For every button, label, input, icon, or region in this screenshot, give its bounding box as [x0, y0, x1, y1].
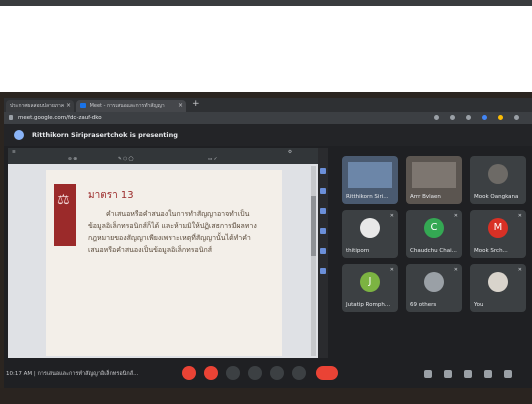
tool-icon[interactable]	[320, 188, 326, 194]
video-feed	[348, 162, 392, 188]
participant-tile[interactable]: ✕ You	[470, 264, 526, 312]
participant-tile[interactable]: ✕ 69 others	[406, 264, 462, 312]
star-icon[interactable]	[466, 115, 471, 120]
tab-label: Meet - การเสนอและการทำสัญญา	[89, 103, 165, 109]
settings-icon[interactable]: ⚙	[288, 150, 292, 155]
participant-name: 69 others	[410, 302, 437, 308]
extension-icon[interactable]	[482, 115, 487, 120]
slide-scrollbar[interactable]	[311, 166, 316, 356]
mic-off-icon: ✕	[453, 267, 458, 273]
tool-icon[interactable]	[320, 228, 326, 234]
presenter-text: Ritthikorn Siriprasertchok is presenting	[32, 131, 178, 139]
activities-icon[interactable]	[484, 370, 492, 378]
slide-body: คำเสนอหรือคำสนองในการทำสัญญาอาจทำเป็นข้อ…	[88, 210, 257, 254]
top-frame-strip	[0, 0, 532, 6]
participant-tile[interactable]: ✕ M Mook Srch...	[470, 210, 526, 258]
info-icon[interactable]	[424, 370, 432, 378]
zoom-controls[interactable]: ⊖ ⊕	[68, 157, 77, 162]
url-text[interactable]: meet.google.com/fdc-zauf-dko	[18, 112, 102, 124]
end-call-button[interactable]	[316, 366, 338, 380]
avatar: J	[360, 272, 380, 292]
close-icon[interactable]: ×	[178, 100, 183, 112]
mic-off-icon: ✕	[389, 267, 394, 273]
desk-surface	[0, 388, 532, 404]
participant-tile[interactable]: ✕ thitiporn	[342, 210, 398, 258]
camera-icon[interactable]	[434, 115, 439, 120]
present-button[interactable]	[270, 366, 284, 380]
participant-name: thitiporn	[346, 248, 370, 254]
avatar: M	[488, 218, 508, 238]
scrollbar-thumb[interactable]	[311, 196, 316, 256]
meeting-info: 10:17 AM | การเสนอและการทำสัญญาอิเล็กทรอ…	[6, 371, 139, 377]
participant-name: Mook Srch...	[474, 248, 508, 254]
avatar	[488, 164, 508, 184]
participant-tile[interactable]: Mook Oangkana	[470, 156, 526, 204]
participant-name: Mook Oangkana	[474, 194, 519, 200]
tool-icon[interactable]	[320, 268, 326, 274]
avatar	[360, 218, 380, 238]
browser-tab-bar: ประกาศผลสอบปลายภาค × Meet - การเสนอและกา…	[4, 98, 532, 112]
draw-tools[interactable]: ✎ ⬡ ◯	[118, 157, 134, 162]
participant-tile[interactable]: Arrr Bvlaen	[406, 156, 462, 204]
participant-name: Arrr Bvlaen	[410, 194, 441, 200]
avatar: C	[424, 218, 444, 238]
avatar	[488, 272, 508, 292]
mic-off-icon: ✕	[389, 213, 394, 219]
puzzle-icon[interactable]	[514, 115, 519, 120]
side-tool-column	[318, 148, 328, 358]
new-tab-button[interactable]: +	[192, 99, 200, 109]
chat-icon[interactable]	[464, 370, 472, 378]
slide-accent-bar: ⚖	[54, 184, 76, 246]
raise-hand-button[interactable]	[248, 366, 262, 380]
presenting-banner: Ritthikorn Siriprasertchok is presenting	[4, 124, 532, 146]
video-feed	[412, 162, 456, 188]
tool-icon[interactable]	[320, 208, 326, 214]
avatar-group	[424, 272, 444, 292]
tab-meet[interactable]: Meet - การเสนอและการทำสัญญา ×	[76, 100, 186, 112]
more-options-button[interactable]	[292, 366, 306, 380]
menu-icon[interactable]: ≡	[12, 150, 16, 155]
presentation-window: ≡ ⊖ ⊕ ✎ ⬡ ◯ ▭ ✓ ⚙ ⚖ มาตรา 13 คำเสนอหรือค…	[8, 148, 318, 358]
participant-name: Chaudchu Chai...	[410, 248, 457, 254]
participant-name: Jutatip Romph...	[346, 302, 391, 308]
lock-icon	[9, 115, 13, 120]
mic-button[interactable]	[182, 366, 196, 380]
close-icon[interactable]: ×	[66, 100, 71, 112]
mic-off-icon: ✕	[517, 267, 522, 273]
mic-off-icon: ✕	[453, 213, 458, 219]
mic-off-icon: ✕	[517, 213, 522, 219]
tab-grades[interactable]: ประกาศผลสอบปลายภาค ×	[6, 100, 74, 112]
captions-button[interactable]	[226, 366, 240, 380]
slide-page: ⚖ มาตรา 13 คำเสนอหรือคำสนองในการทำสัญญาอ…	[46, 170, 282, 356]
tab-label: ประกาศผลสอบปลายภาค	[10, 103, 65, 109]
share-icon[interactable]	[450, 115, 455, 120]
participant-tile[interactable]: Ritthikorn Siri...	[342, 156, 398, 204]
meet-icon	[80, 103, 86, 108]
participant-tile[interactable]: ✕ C Chaudchu Chai...	[406, 210, 462, 258]
monitor-screen: ประกาศผลสอบปลายภาค × Meet - การเสนอและกา…	[4, 98, 532, 388]
slide-toolbar: ≡ ⊖ ⊕ ✎ ⬡ ◯ ▭ ✓ ⚙	[8, 148, 318, 164]
scales-icon: ⚖	[57, 192, 70, 208]
participant-name: You	[474, 302, 484, 308]
address-bar[interactable]: meet.google.com/fdc-zauf-dko	[4, 112, 532, 124]
host-controls-icon[interactable]	[504, 370, 512, 378]
tool-icon[interactable]	[320, 168, 326, 174]
people-icon[interactable]	[444, 370, 452, 378]
participant-tile[interactable]: ✕ J Jutatip Romph...	[342, 264, 398, 312]
slide-title: มาตรา 13	[88, 190, 134, 201]
camera-button[interactable]	[204, 366, 218, 380]
meet-control-bar: 10:17 AM | การเสนอและการทำสัญญาอิเล็กทรอ…	[4, 360, 532, 388]
tool-icon[interactable]	[320, 248, 326, 254]
extension-icon-2[interactable]	[498, 115, 503, 120]
annotation-tools[interactable]: ▭ ✓	[208, 157, 217, 162]
present-icon	[14, 130, 24, 140]
participant-name: Ritthikorn Siri...	[346, 194, 389, 200]
